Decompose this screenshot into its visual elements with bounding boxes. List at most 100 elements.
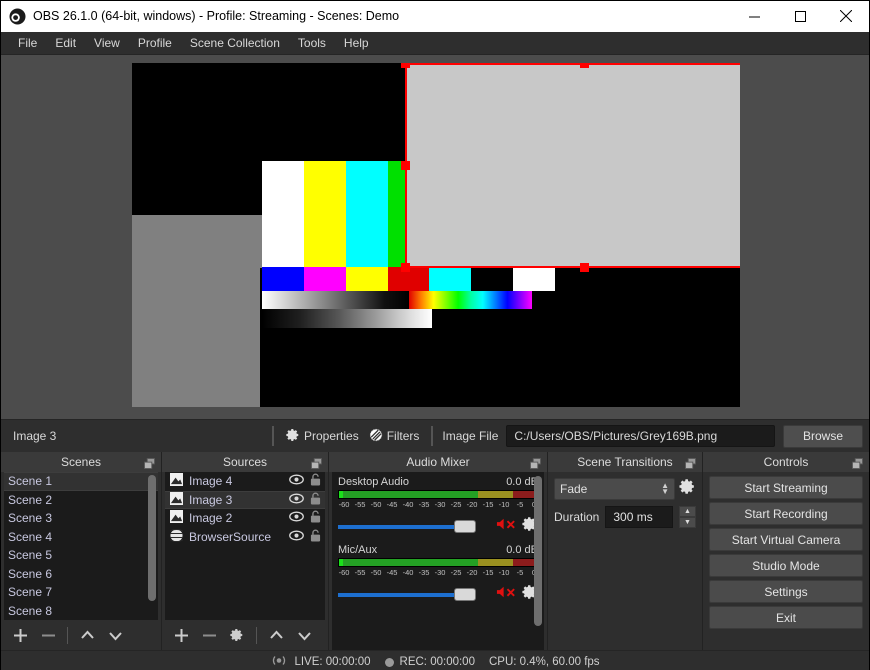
- scenes-scrollbar[interactable]: [148, 475, 156, 601]
- scene-list-item[interactable]: Scene 3: [4, 509, 158, 528]
- muted-speaker-icon[interactable]: [496, 585, 517, 604]
- title-bar: OBS 26.1.0 (64-bit, windows) - Profile: …: [1, 1, 869, 32]
- menu-item-scene-collection[interactable]: Scene Collection: [181, 33, 289, 53]
- sources-list[interactable]: Image 4 Image 3 Image 2 BrowserSource: [165, 472, 325, 620]
- scenes-list[interactable]: Scene 1 Scene 2 Scene 3 Scene 4 Scene 5 …: [4, 472, 158, 620]
- eye-icon[interactable]: [289, 530, 304, 544]
- image-icon: [170, 473, 183, 489]
- scene-list-item[interactable]: Scene 5: [4, 546, 158, 565]
- filters-button[interactable]: Filters: [364, 425, 425, 448]
- obs-logo-icon: [1, 8, 33, 25]
- preview-area[interactable]: [1, 55, 869, 419]
- source-list-item[interactable]: Image 2: [165, 509, 325, 528]
- image-icon: [170, 510, 183, 526]
- start-streaming-button[interactable]: Start Streaming: [709, 476, 863, 499]
- source-list-item[interactable]: Image 4: [165, 472, 325, 491]
- preview-canvas[interactable]: [132, 63, 740, 407]
- eye-icon[interactable]: [289, 493, 304, 507]
- source-list-item[interactable]: Image 3: [165, 490, 325, 509]
- resize-handle-top-center[interactable]: [580, 63, 589, 68]
- image-file-input[interactable]: C:/Users/OBS/Pictures/Grey169B.png: [506, 425, 775, 447]
- exit-button[interactable]: Exit: [709, 606, 863, 629]
- move-scene-down-button[interactable]: [102, 622, 128, 648]
- sources-title: Sources: [222, 455, 268, 469]
- transition-select[interactable]: Fade ▲ ▼: [554, 478, 675, 500]
- undock-icon[interactable]: [685, 456, 696, 474]
- menu-item-view[interactable]: View: [85, 33, 129, 53]
- duration-stepper[interactable]: ▲ ▼: [679, 506, 696, 528]
- menu-item-help[interactable]: Help: [335, 33, 378, 53]
- eye-icon[interactable]: [289, 511, 304, 525]
- scene-list-item[interactable]: Scene 6: [4, 565, 158, 584]
- unlock-icon[interactable]: [310, 529, 321, 545]
- source-name: Image 4: [189, 474, 233, 489]
- audio-level-meter: [338, 558, 538, 567]
- audio-track: Desktop Audio 0.0 dB -60 -55 -50 -45 -40: [338, 476, 538, 537]
- toolbar-separator: [272, 426, 274, 446]
- audio-mixer-body[interactable]: Desktop Audio 0.0 dB -60 -55 -50 -45 -40: [332, 472, 544, 650]
- settings-button[interactable]: Settings: [709, 580, 863, 603]
- properties-button[interactable]: Properties: [281, 425, 364, 448]
- add-source-button[interactable]: [168, 622, 194, 648]
- move-source-up-button[interactable]: [263, 622, 289, 648]
- sources-dock: Sources Image 4 Image 3 Image 2 BrowserS…: [162, 452, 329, 650]
- menu-item-file[interactable]: File: [9, 33, 46, 53]
- menu-item-tools[interactable]: Tools: [289, 33, 335, 53]
- audio-mixer-header: Audio Mixer: [329, 452, 547, 472]
- source-name: Image 3: [189, 492, 233, 507]
- duration-input[interactable]: 300 ms: [605, 506, 673, 528]
- scene-list-item[interactable]: Scene 4: [4, 528, 158, 547]
- duration-label: Duration: [554, 510, 600, 524]
- eye-icon[interactable]: [289, 474, 304, 488]
- scenes-toolbar: [1, 620, 161, 650]
- controls-dock: Controls Start Streaming Start Recording…: [703, 452, 869, 650]
- menu-item-edit[interactable]: Edit: [46, 33, 85, 53]
- start-recording-button[interactable]: Start Recording: [709, 502, 863, 525]
- image-file-label: Image File: [442, 429, 499, 443]
- browse-button[interactable]: Browse: [783, 424, 863, 448]
- unlock-icon[interactable]: [310, 473, 321, 489]
- obs-main-window: OBS 26.1.0 (64-bit, windows) - Profile: …: [0, 0, 870, 670]
- volume-slider[interactable]: [338, 588, 491, 602]
- scene-transitions-dock: Scene Transitions Fade ▲ ▼ Duration 300 …: [548, 452, 703, 650]
- unlock-icon[interactable]: [310, 510, 321, 526]
- maximize-icon[interactable]: [777, 1, 823, 32]
- unlock-icon[interactable]: [310, 492, 321, 508]
- audio-meter-scale: -60 -55 -50 -45 -40 -35 -30 -25 -20 -15 …: [338, 568, 537, 577]
- audio-mixer-scrollbar[interactable]: [534, 476, 542, 626]
- globe-icon: [166, 528, 187, 545]
- resize-handle-middle-left[interactable]: [401, 160, 410, 170]
- scene-list-item[interactable]: Scene 7: [4, 583, 158, 602]
- scenes-dock: Scenes Scene 1 Scene 2 Scene 3 Scene 4 S…: [1, 452, 162, 650]
- status-bar: LIVE: 00:00:00 REC: 00:00:00 CPU: 0.4%, …: [1, 650, 869, 670]
- menu-item-profile[interactable]: Profile: [129, 33, 181, 53]
- close-icon[interactable]: [823, 1, 869, 32]
- muted-speaker-icon[interactable]: [496, 517, 517, 536]
- rec-timer: REC: 00:00:00: [399, 656, 475, 668]
- studio-mode-button[interactable]: Studio Mode: [709, 554, 863, 577]
- undock-icon[interactable]: [852, 456, 863, 474]
- add-scene-button[interactable]: [7, 622, 33, 648]
- start-virtual-camera-button[interactable]: Start Virtual Camera: [709, 528, 863, 551]
- minimize-icon[interactable]: [731, 1, 777, 32]
- source-settings-button[interactable]: [224, 622, 250, 648]
- resize-handle-bottom-left[interactable]: [401, 263, 410, 272]
- transition-value: Fade: [560, 482, 588, 496]
- scene-list-item[interactable]: Scene 1: [4, 472, 158, 491]
- scene-list-item[interactable]: Scene 2: [4, 491, 158, 510]
- volume-slider[interactable]: [338, 520, 491, 534]
- cpu-status: CPU: 0.4%, 60.00 fps: [489, 656, 600, 668]
- selection-bounding-box[interactable]: [401, 63, 740, 272]
- move-scene-up-button[interactable]: [74, 622, 100, 648]
- resize-handle-top-left[interactable]: [401, 63, 410, 68]
- resize-handle-bottom-center[interactable]: [580, 263, 589, 272]
- remove-source-button[interactable]: [196, 622, 222, 648]
- remove-scene-button[interactable]: [35, 622, 61, 648]
- stepper-up-icon[interactable]: ▲: [679, 506, 696, 517]
- scene-list-item[interactable]: Scene 8: [4, 602, 158, 621]
- gear-icon[interactable]: [679, 478, 696, 500]
- source-list-item[interactable]: BrowserSource: [165, 528, 325, 547]
- stepper-down-icon[interactable]: ▼: [679, 517, 696, 528]
- sources-toolbar-separator: [256, 626, 257, 644]
- move-source-down-button[interactable]: [291, 622, 317, 648]
